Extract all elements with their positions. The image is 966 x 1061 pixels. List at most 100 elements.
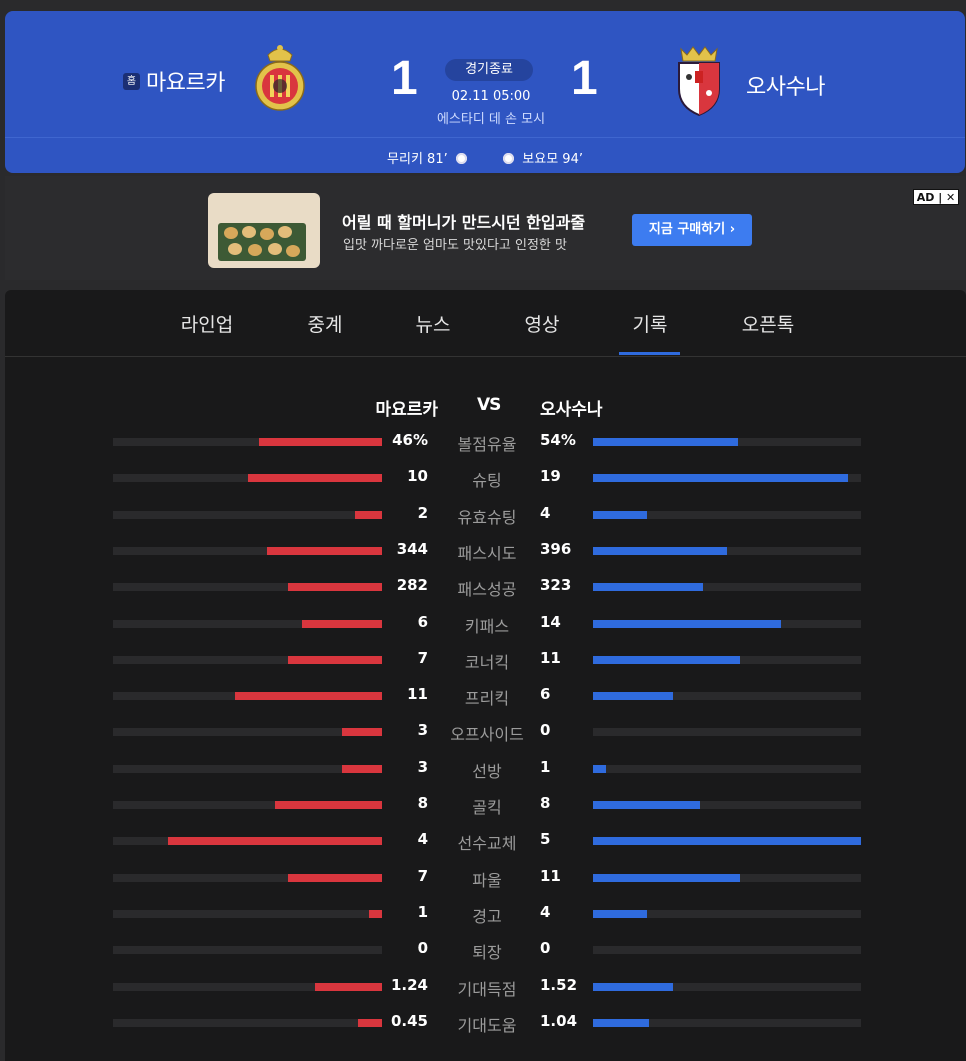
home-stat-bar [113, 874, 382, 882]
stat-label: 슈팅 [472, 471, 502, 490]
home-stat-value: 6 [417, 613, 428, 631]
away-stat-value: 54% [540, 431, 576, 449]
away-stat-bar-fill [593, 837, 861, 845]
tab-records[interactable]: 기록 [633, 310, 668, 337]
active-tab-indicator [619, 352, 680, 355]
home-stat-value: 3 [417, 758, 428, 776]
stat-label: 볼점유율 [457, 435, 517, 454]
tab-video[interactable]: 영상 [525, 310, 560, 337]
home-stat-bar-fill [259, 438, 382, 446]
stadium-name: 에스타디 데 손 모시 [436, 112, 546, 127]
home-stat-value: 0.45 [390, 1012, 428, 1030]
home-stat-bar-fill [168, 837, 382, 845]
home-stat-value: 11 [407, 685, 428, 703]
away-stat-bar [593, 801, 861, 809]
away-stat-bar [593, 910, 861, 918]
home-stat-value: 1 [417, 903, 428, 921]
home-stat-bar-fill [248, 474, 382, 482]
home-stat-bar [113, 620, 382, 628]
away-stat-bar-fill [593, 1019, 649, 1027]
stat-label: 패스성공 [457, 580, 517, 599]
home-team[interactable]: 홈 마요르카 [123, 65, 225, 97]
stats-panel: 라인업 중계 뉴스 영상 기록 오픈톡 마요르카 VS 오사수나 46% 볼점유율… [5, 290, 966, 1061]
soccer-ball-icon [455, 153, 467, 164]
home-stat-bar [113, 910, 382, 918]
away-stat-value: 6 [540, 685, 551, 703]
away-stat-bar-fill [593, 801, 700, 809]
home-stat-value: 282 [396, 576, 428, 594]
stat-label: 기대득점 [457, 980, 517, 999]
away-goal-scorer: 보요모 94’ [522, 152, 583, 167]
away-stat-bar-fill [593, 438, 738, 446]
away-stat-bar-fill [593, 620, 781, 628]
tab-broadcast[interactable]: 중계 [308, 310, 343, 337]
away-stat-bar-fill [593, 983, 673, 991]
home-goal-scorer: 무리키 81’ [387, 152, 448, 167]
header-divider [5, 137, 965, 138]
away-stat-value: 0 [540, 939, 551, 957]
away-stat-value: 19 [540, 467, 561, 485]
away-stat-bar [593, 474, 861, 482]
stat-row: 0.45 기대도움 1.04 [5, 1012, 966, 1035]
ad-title[interactable]: 어릴 때 할머니가 만드시던 한입과줄 [342, 209, 585, 233]
stat-label: 패스시도 [457, 544, 517, 563]
away-stat-bar [593, 874, 861, 882]
away-stat-value: 5 [540, 830, 551, 848]
away-stat-bar [593, 620, 861, 628]
home-stat-value: 7 [417, 867, 428, 885]
home-stat-bar-fill [315, 983, 382, 991]
away-stat-value: 11 [540, 867, 561, 885]
stat-row: 6 키패스 14 [5, 613, 966, 636]
ad-subtitle[interactable]: 입맛 까다로운 엄마도 맛있다고 인정한 맛 [343, 234, 567, 253]
stat-row: 0 퇴장 0 [5, 939, 966, 962]
away-stat-bar [593, 728, 861, 736]
home-stat-bar [113, 728, 382, 736]
ad-close-button[interactable]: AD | ✕ [913, 189, 959, 205]
stat-row: 3 오프사이드 0 [5, 721, 966, 744]
stat-row: 282 패스성공 323 [5, 576, 966, 599]
away-stat-value: 1.04 [540, 1012, 578, 1030]
home-stat-bar-fill [342, 765, 382, 773]
away-stat-bar-fill [593, 765, 606, 773]
away-stat-bar [593, 438, 861, 446]
stat-label: 선수교체 [457, 834, 517, 853]
home-stat-bar [113, 837, 382, 845]
away-stat-value: 8 [540, 794, 551, 812]
away-stat-bar-fill [593, 910, 647, 918]
stat-row: 344 패스시도 396 [5, 540, 966, 563]
away-team-name: 오사수나 [746, 75, 825, 100]
stat-row: 7 코너킥 11 [5, 649, 966, 672]
home-stat-bar [113, 656, 382, 664]
stat-row: 1 경고 4 [5, 903, 966, 926]
tab-opentalk[interactable]: 오픈톡 [742, 310, 794, 337]
stat-label: 오프사이드 [450, 725, 524, 744]
tab-news[interactable]: 뉴스 [416, 310, 451, 337]
stat-label: 경고 [472, 907, 502, 926]
away-stat-bar [593, 547, 861, 555]
home-stat-value: 8 [417, 794, 428, 812]
match-status-badge: 경기종료 [445, 59, 533, 81]
home-stat-value: 46% [392, 431, 428, 449]
away-score: 1 [571, 52, 598, 105]
ad-banner[interactable]: 어릴 때 할머니가 만드시던 한입과줄 입맛 까다로운 엄마도 맛있다고 인정한… [5, 176, 965, 280]
match-score-card[interactable]: 홈 마요르카 1 경기종료 02.11 05:00 에스타디 데 손 모시 1 [5, 11, 965, 173]
home-stat-bar [113, 583, 382, 591]
away-stat-bar-fill [593, 692, 673, 700]
stat-row: 10 슈팅 19 [5, 467, 966, 490]
away-stat-bar-fill [593, 511, 647, 519]
home-stat-bar-fill [235, 692, 382, 700]
tab-lineup[interactable]: 라인업 [181, 310, 233, 337]
home-stat-bar [113, 474, 382, 482]
stats-vs: VS [477, 395, 501, 415]
ad-product-image[interactable] [208, 193, 320, 268]
home-stat-bar-fill [302, 620, 382, 628]
soccer-ball-icon [503, 153, 515, 164]
away-stat-bar [593, 583, 861, 591]
home-stat-bar [113, 511, 382, 519]
away-team[interactable]: 오사수나 [746, 69, 825, 101]
home-stat-bar-fill [275, 801, 382, 809]
buy-now-button[interactable]: 지금 구매하기 › [632, 214, 752, 246]
away-stat-bar-fill [593, 656, 740, 664]
home-stat-bar [113, 801, 382, 809]
osasuna-crest-icon [678, 46, 720, 117]
